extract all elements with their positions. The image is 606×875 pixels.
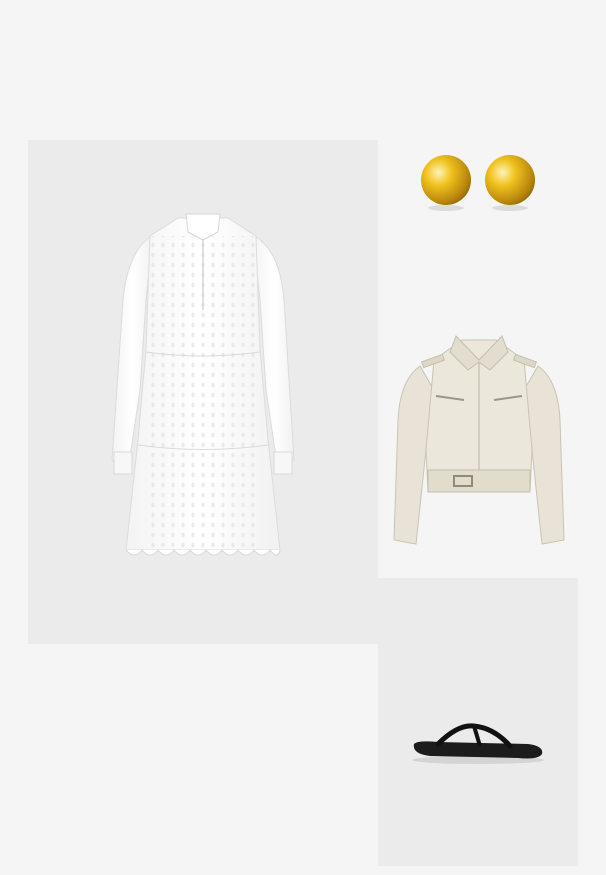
cream-cropped-jacket-image[interactable]: [390, 330, 568, 548]
black-thong-sandal-image: [412, 723, 544, 764]
gold-earrings-illustration: [421, 155, 535, 211]
cream-jacket-illustration: [393, 335, 565, 545]
dress-product-tile[interactable]: [28, 140, 378, 644]
sandal-product-tile[interactable]: [378, 578, 578, 866]
white-eyelet-dress-image: [111, 213, 295, 556]
gold-stud-earrings-image[interactable]: [412, 146, 546, 216]
